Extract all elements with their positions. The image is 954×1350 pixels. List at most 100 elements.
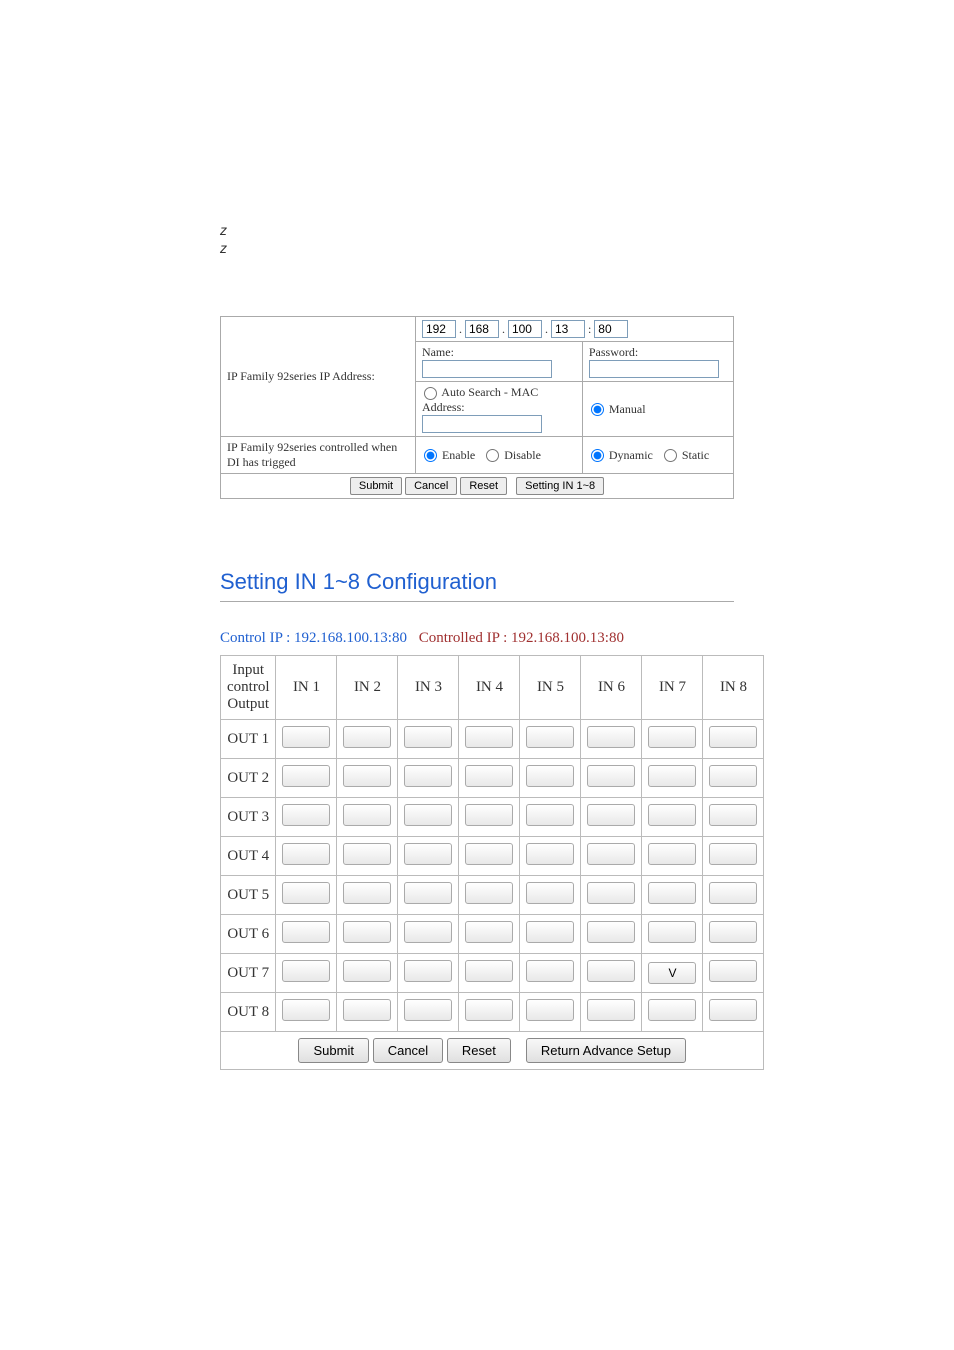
grid-cell-out2-in7[interactable] bbox=[648, 765, 696, 787]
grid-cell-out6-in5[interactable] bbox=[526, 921, 574, 943]
password-input[interactable] bbox=[589, 360, 719, 378]
grid-cell-out2-in2[interactable] bbox=[343, 765, 391, 787]
grid-cell-out1-in7[interactable] bbox=[648, 726, 696, 748]
grid-reset-button[interactable]: Reset bbox=[447, 1038, 511, 1063]
grid-cell-out4-in8[interactable] bbox=[709, 843, 757, 865]
grid-cell-out3-in7[interactable] bbox=[648, 804, 696, 826]
bullet-2: z bbox=[220, 240, 734, 256]
grid-cell-out2-in3[interactable] bbox=[404, 765, 452, 787]
grid-cell-out6-in4[interactable] bbox=[465, 921, 513, 943]
grid-cell-out6-in2[interactable] bbox=[343, 921, 391, 943]
mac-address-input[interactable] bbox=[422, 415, 542, 433]
grid-cell-out5-in1[interactable] bbox=[282, 882, 330, 904]
grid-cell-out8-in2[interactable] bbox=[343, 999, 391, 1021]
grid-cell-out5-in4[interactable] bbox=[465, 882, 513, 904]
grid-cell-out6-in8[interactable] bbox=[709, 921, 757, 943]
ip-port[interactable] bbox=[594, 320, 628, 338]
grid-cell-out4-in3[interactable] bbox=[404, 843, 452, 865]
grid-cell-out1-in8[interactable] bbox=[709, 726, 757, 748]
form-cancel-button[interactable]: Cancel bbox=[405, 477, 457, 495]
enable-radio[interactable] bbox=[424, 449, 437, 462]
grid-cell-out4-in6[interactable] bbox=[587, 843, 635, 865]
form-submit-button[interactable]: Submit bbox=[350, 477, 402, 495]
grid-cell-out8-in5[interactable] bbox=[526, 999, 574, 1021]
grid-cell-out7-in1[interactable] bbox=[282, 960, 330, 982]
grid-cell-out8-in4[interactable] bbox=[465, 999, 513, 1021]
manual-radio-label[interactable]: Manual bbox=[589, 402, 646, 416]
grid-row-label-out4: OUT 4 bbox=[221, 837, 276, 876]
grid-cell-out5-in6[interactable] bbox=[587, 882, 635, 904]
grid-cell-out1-in4[interactable] bbox=[465, 726, 513, 748]
static-radio[interactable] bbox=[664, 449, 677, 462]
name-input[interactable] bbox=[422, 360, 552, 378]
grid-cell-out8-in6[interactable] bbox=[587, 999, 635, 1021]
grid-cell-out5-in2[interactable] bbox=[343, 882, 391, 904]
auto-search-radio[interactable] bbox=[424, 387, 437, 400]
grid-cell-out7-in8[interactable] bbox=[709, 960, 757, 982]
grid-cell-out8-in7[interactable] bbox=[648, 999, 696, 1021]
grid-cell-out3-in3[interactable] bbox=[404, 804, 452, 826]
grid-cell-out4-in7[interactable] bbox=[648, 843, 696, 865]
ip-octet-2[interactable] bbox=[465, 320, 499, 338]
manual-radio[interactable] bbox=[591, 403, 604, 416]
grid-cell-out4-in4[interactable] bbox=[465, 843, 513, 865]
grid-cell-out6-in3[interactable] bbox=[404, 921, 452, 943]
grid-cell-out7-in3[interactable] bbox=[404, 960, 452, 982]
grid-cell-out3-in4[interactable] bbox=[465, 804, 513, 826]
grid-cell-out2-in6[interactable] bbox=[587, 765, 635, 787]
return-advance-setup-button[interactable]: Return Advance Setup bbox=[526, 1038, 686, 1063]
grid-cell-out3-in5[interactable] bbox=[526, 804, 574, 826]
grid-cell-out7-in4[interactable] bbox=[465, 960, 513, 982]
grid-cell-out8-in1[interactable] bbox=[282, 999, 330, 1021]
grid-cell-out1-in3[interactable] bbox=[404, 726, 452, 748]
grid-row-label-out6: OUT 6 bbox=[221, 915, 276, 954]
grid-cell-out7-in5[interactable] bbox=[526, 960, 574, 982]
grid-cell-out2-in8[interactable] bbox=[709, 765, 757, 787]
grid-cell-out4-in1[interactable] bbox=[282, 843, 330, 865]
grid-cell-out4-in5[interactable] bbox=[526, 843, 574, 865]
grid-cell-out6-in6[interactable] bbox=[587, 921, 635, 943]
grid-cell-out3-in2[interactable] bbox=[343, 804, 391, 826]
grid-cell-out3-in1[interactable] bbox=[282, 804, 330, 826]
disable-radio-label[interactable]: Disable bbox=[484, 448, 541, 462]
grid-cell-out2-in5[interactable] bbox=[526, 765, 574, 787]
grid-header-in5: IN 5 bbox=[520, 656, 581, 720]
disable-radio[interactable] bbox=[486, 449, 499, 462]
ip-octet-4[interactable] bbox=[551, 320, 585, 338]
static-radio-label[interactable]: Static bbox=[662, 448, 709, 462]
grid-cell-out7-in2[interactable] bbox=[343, 960, 391, 982]
ip-octet-1[interactable] bbox=[422, 320, 456, 338]
grid-cell-out6-in1[interactable] bbox=[282, 921, 330, 943]
grid-cell-out5-in3[interactable] bbox=[404, 882, 452, 904]
grid-submit-button[interactable]: Submit bbox=[298, 1038, 368, 1063]
grid-cell-out8-in3[interactable] bbox=[404, 999, 452, 1021]
auto-search-radio-label[interactable]: Auto Search - MAC Address: bbox=[422, 385, 538, 414]
dynamic-radio[interactable] bbox=[591, 449, 604, 462]
config-title: Setting IN 1~8 Configuration bbox=[220, 569, 734, 602]
enable-radio-label[interactable]: Enable bbox=[422, 448, 478, 462]
grid-cancel-button[interactable]: Cancel bbox=[373, 1038, 443, 1063]
io-grid: Input control OutputIN 1IN 2IN 3IN 4IN 5… bbox=[220, 655, 764, 1070]
grid-cell-out5-in8[interactable] bbox=[709, 882, 757, 904]
grid-cell-out2-in1[interactable] bbox=[282, 765, 330, 787]
grid-header-in2: IN 2 bbox=[337, 656, 398, 720]
grid-cell-out7-in7[interactable] bbox=[648, 962, 696, 984]
grid-cell-out8-in8[interactable] bbox=[709, 999, 757, 1021]
grid-cell-out5-in7[interactable] bbox=[648, 882, 696, 904]
grid-cell-out1-in1[interactable] bbox=[282, 726, 330, 748]
grid-cell-out3-in8[interactable] bbox=[709, 804, 757, 826]
setting-in-button[interactable]: Setting IN 1~8 bbox=[516, 477, 604, 495]
grid-cell-out3-in6[interactable] bbox=[587, 804, 635, 826]
grid-cell-out5-in5[interactable] bbox=[526, 882, 574, 904]
grid-cell-out6-in7[interactable] bbox=[648, 921, 696, 943]
ip-octet-3[interactable] bbox=[508, 320, 542, 338]
form-reset-button[interactable]: Reset bbox=[460, 477, 507, 495]
grid-header-in3: IN 3 bbox=[398, 656, 459, 720]
grid-cell-out4-in2[interactable] bbox=[343, 843, 391, 865]
grid-cell-out1-in2[interactable] bbox=[343, 726, 391, 748]
dynamic-radio-label[interactable]: Dynamic bbox=[589, 448, 656, 462]
grid-cell-out1-in6[interactable] bbox=[587, 726, 635, 748]
grid-cell-out7-in6[interactable] bbox=[587, 960, 635, 982]
grid-cell-out2-in4[interactable] bbox=[465, 765, 513, 787]
grid-cell-out1-in5[interactable] bbox=[526, 726, 574, 748]
